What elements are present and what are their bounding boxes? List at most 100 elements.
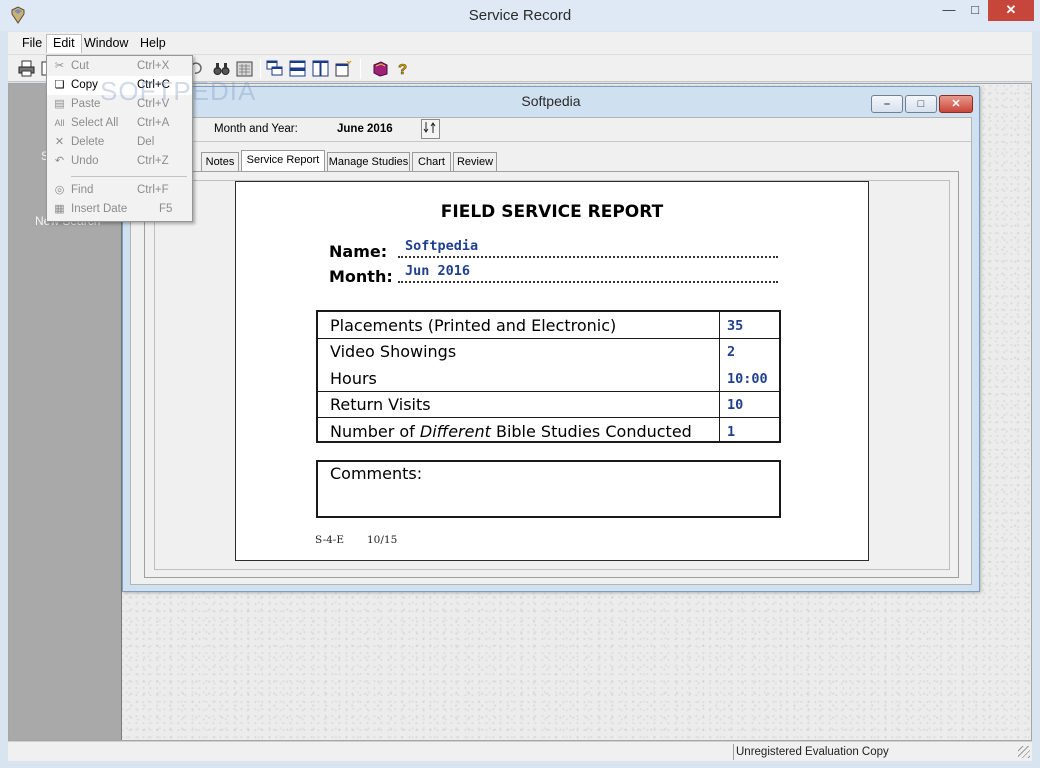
- copy-icon: ❏: [54, 79, 65, 91]
- scissors-icon: ✂: [54, 60, 65, 72]
- menu-item-insert-date[interactable]: ▦ Insert Date F5: [47, 200, 192, 219]
- row-bible-studies-value: 1: [727, 424, 736, 440]
- tile-vertical-icon[interactable]: [312, 60, 329, 77]
- whats-this-help-icon[interactable]: ?: [395, 60, 412, 77]
- child-minimize-button[interactable]: ⎯: [871, 95, 903, 113]
- calendar-icon[interactable]: [236, 60, 253, 77]
- child-window-title: Softpedia: [521, 93, 581, 109]
- edit-menu-dropdown: ✂ Cut Ctrl+X ❏ Copy Ctrl+C ▤ Paste Ctrl+…: [46, 55, 193, 222]
- minimize-button[interactable]: —: [936, 0, 962, 21]
- menu-item-label: Select All: [71, 117, 119, 129]
- name-value: Softpedia: [405, 238, 479, 254]
- menu-item-paste[interactable]: ▤ Paste Ctrl+V: [47, 95, 192, 114]
- menu-item-shortcut: Ctrl+C: [137, 79, 170, 91]
- row-placements-value: 35: [727, 318, 744, 334]
- tab-review[interactable]: Review: [453, 152, 497, 171]
- menu-item-label: Delete: [71, 136, 105, 148]
- new-window-icon[interactable]: [335, 60, 352, 77]
- month-strip: Month and Year: June 2016: [131, 118, 971, 142]
- row-return-visits-label: Return Visits: [330, 395, 431, 414]
- row-bible-studies-label-em: Different: [419, 422, 491, 441]
- menu-item-find[interactable]: ◎ Find Ctrl+F: [47, 181, 192, 200]
- child-maximize-button[interactable]: □: [905, 95, 937, 113]
- menu-item-label: Copy: [71, 79, 98, 91]
- menu-item-shortcut: F5: [159, 203, 173, 215]
- menu-item-label: Undo: [71, 155, 99, 167]
- table-row-divider: [318, 338, 779, 339]
- menu-item-select-all[interactable]: All Select All Ctrl+A: [47, 114, 192, 133]
- status-text: Unregistered Evaluation Copy: [733, 744, 1033, 760]
- row-hours-label: Hours: [330, 369, 377, 388]
- report-table: Placements (Printed and Electronic) 35 V…: [316, 310, 781, 443]
- menu-item-shortcut: Del: [137, 136, 155, 148]
- menu-separator: [71, 176, 187, 177]
- cascade-icon[interactable]: [266, 60, 283, 77]
- maximize-button[interactable]: □: [962, 0, 988, 21]
- menu-item-label: Paste: [71, 98, 101, 110]
- menu-window[interactable]: Window: [78, 34, 134, 53]
- field-service-report-sheet: FIELD SERVICE REPORT Name: Softpedia Mon…: [235, 181, 869, 561]
- toolbar-separator: [360, 59, 361, 79]
- name-label: Name:: [329, 242, 388, 261]
- form-date: 10/15: [367, 534, 398, 546]
- month-year-label: Month and Year:: [214, 123, 298, 135]
- binoculars-icon[interactable]: [213, 60, 230, 77]
- row-video-showings-value: 2: [727, 344, 736, 360]
- month-label: Month:: [329, 267, 393, 286]
- menu-item-copy[interactable]: ❏ Copy Ctrl+C: [47, 76, 192, 95]
- menu-item-shortcut: Ctrl+F: [137, 184, 169, 196]
- report-title: FIELD SERVICE REPORT: [440, 202, 664, 222]
- row-bible-studies-label-post: Bible Studies Conducted: [490, 422, 692, 441]
- month-picker-button[interactable]: [421, 119, 440, 139]
- menu-bar: File Edit Window Help: [8, 32, 1032, 55]
- close-button[interactable]: ✕: [988, 0, 1034, 21]
- menu-item-label: Insert Date: [71, 203, 128, 215]
- row-placements-label: Placements (Printed and Electronic): [330, 316, 617, 335]
- tab-service-report[interactable]: Service Report: [241, 150, 325, 171]
- row-bible-studies-label-pre: Number of: [330, 422, 420, 441]
- svg-text:?: ?: [398, 61, 407, 77]
- child-close-button[interactable]: ✕: [939, 95, 973, 113]
- month-underline: [398, 281, 778, 283]
- menu-item-shortcut: Ctrl+A: [137, 117, 170, 129]
- table-row-divider: [318, 391, 779, 392]
- title-bar: Service Record — □ ✕: [0, 0, 1040, 31]
- month-year-value: June 2016: [337, 123, 393, 135]
- binoculars-icon: ◎: [54, 184, 65, 196]
- resize-grip[interactable]: [1018, 746, 1030, 758]
- menu-item-label: Cut: [71, 60, 89, 72]
- paste-icon: ▤: [54, 98, 65, 110]
- main-window: Service Record — □ ✕ File Edit Window He…: [0, 0, 1040, 768]
- delete-x-icon: ✕: [54, 136, 65, 148]
- help-book-icon[interactable]: [372, 60, 389, 77]
- month-value: Jun 2016: [405, 263, 471, 279]
- row-video-showings-label: Video Showings: [330, 342, 457, 361]
- toolbar-separator: [260, 59, 261, 79]
- tile-horizontal-icon[interactable]: [289, 60, 306, 77]
- row-return-visits-value: 10: [727, 397, 744, 413]
- menu-help[interactable]: Help: [134, 34, 172, 53]
- status-bar: Unregistered Evaluation Copy: [8, 741, 1032, 761]
- menu-item-shortcut: Ctrl+X: [137, 60, 170, 72]
- menu-item-label: Find: [71, 184, 94, 196]
- comments-label: Comments:: [330, 464, 423, 483]
- menu-file[interactable]: File: [16, 34, 48, 53]
- tab-chart[interactable]: Chart: [412, 152, 451, 171]
- app-title: Service Record: [468, 7, 572, 24]
- menu-item-shortcut: Ctrl+V: [137, 98, 170, 110]
- menu-item-delete[interactable]: ✕ Delete Del: [47, 133, 192, 152]
- tab-manage-studies[interactable]: Manage Studies: [327, 152, 410, 171]
- comments-box[interactable]: Comments:: [316, 460, 781, 518]
- print-icon[interactable]: [18, 60, 35, 77]
- undo-icon: ↶: [54, 155, 65, 167]
- calendar-icon: ▦: [54, 203, 65, 215]
- row-bible-studies-label: Number of Different Bible Studies Conduc…: [330, 422, 692, 441]
- month-picker-icon: [423, 122, 436, 133]
- menu-item-cut[interactable]: ✂ Cut Ctrl+X: [47, 57, 192, 76]
- menu-item-undo[interactable]: ↶ Undo Ctrl+Z: [47, 152, 192, 171]
- tab-notes[interactable]: Notes: [201, 152, 239, 171]
- table-row-divider: [318, 417, 779, 418]
- select-all-icon: All: [54, 118, 65, 128]
- menu-edit[interactable]: Edit: [46, 34, 82, 53]
- name-underline: [398, 256, 778, 258]
